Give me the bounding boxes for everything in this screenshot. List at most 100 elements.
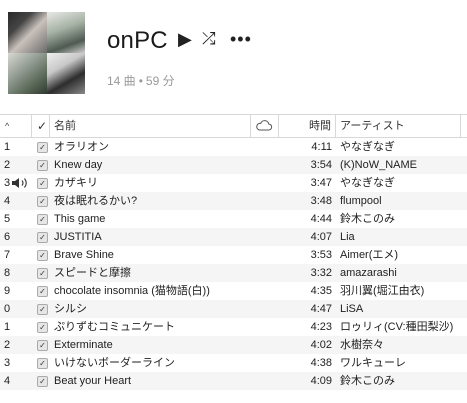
table-row[interactable]: 1 ✓ ぷりずむコミュニケート 4:23 ロゥリィ(CV:種田梨沙)	[0, 318, 467, 336]
track-artist: 鈴木このみ	[340, 213, 395, 225]
track-number: 8	[4, 267, 11, 279]
track-artist: ロゥリィ(CV:種田梨沙)	[340, 321, 454, 333]
table-row[interactable]: 9 ✓ chocolate insomnia (猫物語(白)) 4:35 羽川翼(堀江由…	[0, 282, 467, 300]
track-name: JUSTITIA	[54, 231, 102, 243]
artwork-tile	[46, 53, 85, 94]
table-row[interactable]: 7 ✓ Brave Shine 3:53 Aimer(エメ)	[0, 246, 467, 264]
shuffle-icon[interactable]: ⤮	[202, 28, 216, 50]
column-divider	[31, 115, 32, 137]
track-duration: 3:53	[310, 249, 332, 261]
playlist-header: onPC ▶ ⤮ ••• 14 曲 • 59 分	[0, 0, 467, 114]
table-header: ^ ✓ 名前 時間 アーティスト	[0, 114, 467, 138]
playlist-title: onPC	[107, 27, 168, 54]
check-icon[interactable]: ✓	[37, 268, 48, 279]
check-icon[interactable]: ✓	[37, 196, 48, 207]
track-name: Beat your Heart	[54, 375, 132, 387]
check-icon[interactable]: ✓	[37, 232, 48, 243]
total-duration: 59 分	[145, 74, 175, 88]
track-list: 1 ✓ オラリオン 4:11 やなぎなぎ 2 ✓ Knew day 3:54 (K)NoW_NAM…	[0, 138, 467, 390]
column-divider	[250, 115, 251, 137]
track-artist: 羽川翼(堀江由衣)	[340, 285, 425, 297]
track-artist: LiSA	[340, 303, 364, 315]
track-duration: 4:07	[310, 231, 332, 243]
track-number: 2	[4, 159, 11, 171]
check-icon[interactable]: ✓	[37, 376, 48, 387]
track-name: Knew day	[54, 159, 103, 171]
track-name: 夜は眠れるかい?	[54, 195, 138, 207]
table-row[interactable]: 1 ✓ オラリオン 4:11 やなぎなぎ	[0, 138, 467, 156]
name-column-header[interactable]: 名前	[54, 115, 76, 137]
track-name: chocolate insomnia (猫物語(白))	[54, 285, 210, 297]
track-number: 5	[4, 213, 11, 225]
separator-dot: •	[138, 74, 143, 88]
track-duration: 4:35	[310, 285, 332, 297]
artwork-tile	[46, 12, 85, 53]
table-row[interactable]: 6 ✓ JUSTITIA 4:07 Lia	[0, 228, 467, 246]
playlist-summary: 14 曲 • 59 分	[107, 72, 175, 89]
check-icon[interactable]: ✓	[37, 178, 48, 189]
track-duration: 4:44	[310, 213, 332, 225]
track-name: ぷりずむコミュニケート	[54, 321, 175, 333]
track-name: Brave Shine	[54, 249, 114, 261]
check-icon[interactable]: ✓	[37, 250, 48, 261]
track-duration: 3:48	[310, 195, 332, 207]
cloud-icon[interactable]	[255, 115, 273, 137]
check-icon[interactable]: ✓	[37, 358, 48, 369]
track-number: 1	[4, 141, 11, 153]
check-icon[interactable]: ✓	[37, 160, 48, 171]
more-icon[interactable]: •••	[230, 28, 252, 50]
track-name: オラリオン	[54, 141, 109, 153]
playlist-artwork	[8, 12, 85, 94]
artwork-tile	[8, 12, 47, 53]
column-divider	[460, 115, 461, 137]
table-row[interactable]: 4 ✓ Beat your Heart 4:09 鈴木このみ	[0, 372, 467, 390]
artist-column-header[interactable]: アーティスト	[340, 115, 405, 137]
check-icon[interactable]: ✓	[37, 322, 48, 333]
sort-order-header[interactable]: ^	[5, 115, 9, 137]
check-icon[interactable]: ✓	[37, 286, 48, 297]
track-name: シルシ	[54, 303, 87, 315]
track-name: Exterminate	[54, 339, 113, 351]
check-icon[interactable]: ✓	[37, 340, 48, 351]
track-number: 9	[4, 285, 11, 297]
song-count: 14 曲	[107, 74, 136, 88]
table-row[interactable]: 2 ✓ Exterminate 4:02 水樹奈々	[0, 336, 467, 354]
track-duration: 4:47	[310, 303, 332, 315]
track-number: 4	[4, 375, 11, 387]
track-artist: やなぎなぎ	[340, 177, 395, 189]
track-name: This game	[54, 213, 106, 225]
track-number: 3	[4, 357, 11, 369]
track-duration: 4:11	[311, 141, 332, 153]
track-artist: やなぎなぎ	[340, 141, 395, 153]
track-artist: Aimer(エメ)	[340, 249, 399, 261]
check-icon[interactable]: ✓	[37, 142, 48, 153]
track-artist: 鈴木このみ	[340, 375, 395, 387]
play-icon[interactable]: ▶	[178, 28, 192, 50]
column-divider	[278, 115, 279, 137]
table-row[interactable]: 3 ✓ いけないボーダーライン 4:38 ワルキューレ	[0, 354, 467, 372]
track-artist: Lia	[340, 231, 355, 243]
artwork-tile	[8, 53, 47, 94]
track-artist: amazarashi	[340, 267, 397, 279]
track-duration: 3:32	[310, 267, 332, 279]
table-row[interactable]: 2 ✓ Knew day 3:54 (K)NoW_NAME	[0, 156, 467, 174]
check-icon[interactable]: ✓	[37, 214, 48, 225]
table-row[interactable]: 4 ✓ 夜は眠れるかい? 3:48 flumpool	[0, 192, 467, 210]
track-number: 0	[4, 303, 11, 315]
track-artist: (K)NoW_NAME	[340, 159, 418, 171]
track-duration: 4:02	[310, 339, 332, 351]
track-duration: 3:54	[310, 159, 332, 171]
column-divider	[49, 115, 50, 137]
table-row[interactable]: 8 ✓ スピードと摩擦 3:32 amazarashi	[0, 264, 467, 282]
check-icon[interactable]: ✓	[37, 304, 48, 315]
track-artist: ワルキューレ	[340, 357, 406, 369]
table-row[interactable]: 5 ✓ This game 4:44 鈴木このみ	[0, 210, 467, 228]
check-column-header[interactable]: ✓	[37, 115, 47, 137]
track-duration: 4:23	[310, 321, 332, 333]
table-row[interactable]: 0 ✓ シルシ 4:47 LiSA	[0, 300, 467, 318]
table-row[interactable]: 3 ✓ カザキリ 3:47 やなぎなぎ	[0, 174, 467, 192]
track-duration: 4:38	[310, 357, 332, 369]
time-column-header[interactable]: 時間	[309, 115, 331, 137]
track-number: 4	[4, 195, 11, 207]
track-number: 6	[4, 231, 11, 243]
